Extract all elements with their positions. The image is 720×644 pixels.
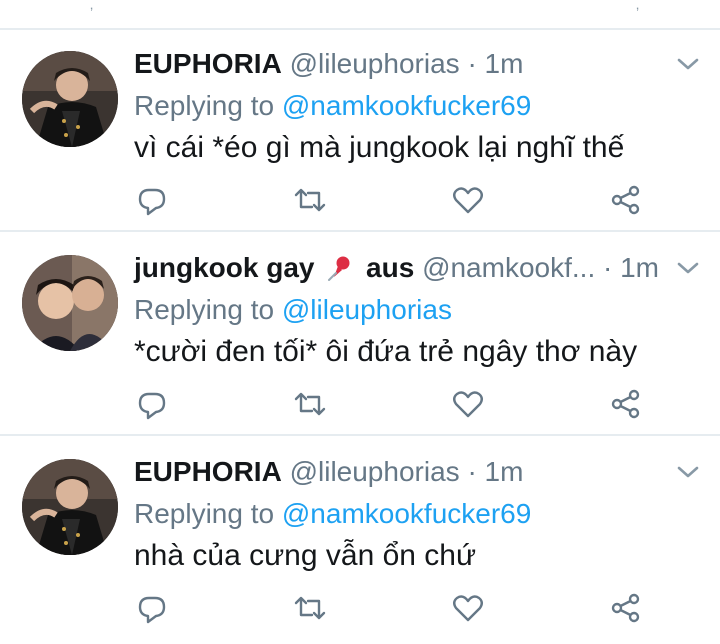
- previous-tweet-remnant: ‚ ‚: [0, 0, 720, 24]
- reply-button[interactable]: [134, 590, 170, 626]
- share-button[interactable]: [608, 386, 644, 422]
- avatar[interactable]: [22, 459, 118, 555]
- tweet-actions: [134, 182, 654, 222]
- chevron-down-icon[interactable]: [676, 56, 700, 72]
- tweet-text: *cười đen tối* ôi đứa trẻ ngây thơ này: [134, 335, 638, 368]
- display-name-suffix[interactable]: aus: [366, 252, 414, 283]
- avatar[interactable]: [22, 51, 118, 147]
- mention-link[interactable]: @lileuphorias: [282, 294, 452, 325]
- like-icon: [453, 187, 483, 214]
- reply-icon: [138, 392, 166, 420]
- tweet[interactable]: EUPHORIA @lileuphorias · 1m Replying to …: [0, 438, 720, 638]
- tweet-actions: [134, 386, 654, 426]
- chevron-down-icon[interactable]: [676, 464, 700, 480]
- divider: [0, 230, 720, 232]
- tweet-header: EUPHORIA @lileuphorias · 1m: [134, 46, 523, 82]
- replying-to: Replying to @namkookfucker69: [134, 496, 531, 532]
- tweet-header: jungkook gay aus @namkookf... · 1m: [134, 250, 659, 286]
- replying-to: Replying to @namkookfucker69: [134, 88, 531, 124]
- reply-button[interactable]: [134, 386, 170, 422]
- timestamp[interactable]: 1m: [485, 456, 524, 487]
- like-icon: [453, 595, 483, 622]
- tweet-text: vì cái *éo gì mà jungkook lại nghĩ thế: [134, 131, 625, 164]
- user-handle[interactable]: @lileuphorias: [290, 456, 460, 487]
- retweet-button[interactable]: [292, 182, 328, 218]
- chevron-down-icon[interactable]: [676, 260, 700, 276]
- mention-link[interactable]: @namkookfucker69: [282, 498, 531, 529]
- tweet-text: nhà của cưng vẫn ổn chứ: [134, 539, 477, 572]
- tweet[interactable]: jungkook gay aus @namkookf... · 1m Reply…: [0, 234, 720, 434]
- replying-to-label: Replying to: [134, 498, 275, 529]
- display-name[interactable]: EUPHORIA: [134, 456, 282, 487]
- retweet-icon: [294, 596, 326, 620]
- replying-to-label: Replying to: [134, 90, 275, 121]
- divider: [0, 434, 720, 436]
- timestamp[interactable]: 1m: [485, 48, 524, 79]
- user-handle[interactable]: @namkookf...: [422, 252, 595, 283]
- retweet-button[interactable]: [292, 590, 328, 626]
- tweet-header: EUPHORIA @lileuphorias · 1m: [134, 454, 523, 490]
- retweet-button[interactable]: [292, 386, 328, 422]
- reply-icon: [138, 188, 166, 216]
- tweet[interactable]: EUPHORIA @lileuphorias · 1m Replying to …: [0, 30, 720, 230]
- like-button[interactable]: [450, 182, 486, 218]
- pushpin-icon: [328, 256, 350, 281]
- share-button[interactable]: [608, 182, 644, 218]
- share-icon: [611, 593, 640, 623]
- top-mark: ‚: [90, 0, 94, 12]
- replying-to-label: Replying to: [134, 294, 275, 325]
- replying-to: Replying to @lileuphorias: [134, 292, 452, 328]
- retweet-icon: [294, 392, 326, 416]
- user-handle[interactable]: @lileuphorias: [290, 48, 460, 79]
- like-button[interactable]: [450, 590, 486, 626]
- display-name[interactable]: EUPHORIA: [134, 48, 282, 79]
- separator-dot: ·: [467, 48, 477, 79]
- reply-icon: [138, 596, 166, 624]
- share-button[interactable]: [608, 590, 644, 626]
- share-icon: [611, 185, 640, 215]
- separator-dot: ·: [467, 456, 477, 487]
- separator-dot: ·: [603, 252, 613, 283]
- top-mark: ‚: [636, 0, 640, 12]
- mention-link[interactable]: @namkookfucker69: [282, 90, 531, 121]
- reply-button[interactable]: [134, 182, 170, 218]
- avatar[interactable]: [22, 255, 118, 351]
- tweet-thread: ‚ ‚ EUPHORIA @lileuphorias · 1m Replying…: [0, 0, 720, 644]
- tweet-actions: [134, 590, 654, 630]
- like-icon: [453, 391, 483, 418]
- retweet-icon: [294, 188, 326, 212]
- like-button[interactable]: [450, 386, 486, 422]
- display-name[interactable]: jungkook gay: [134, 252, 314, 283]
- share-icon: [611, 389, 640, 419]
- timestamp[interactable]: 1m: [620, 252, 659, 283]
